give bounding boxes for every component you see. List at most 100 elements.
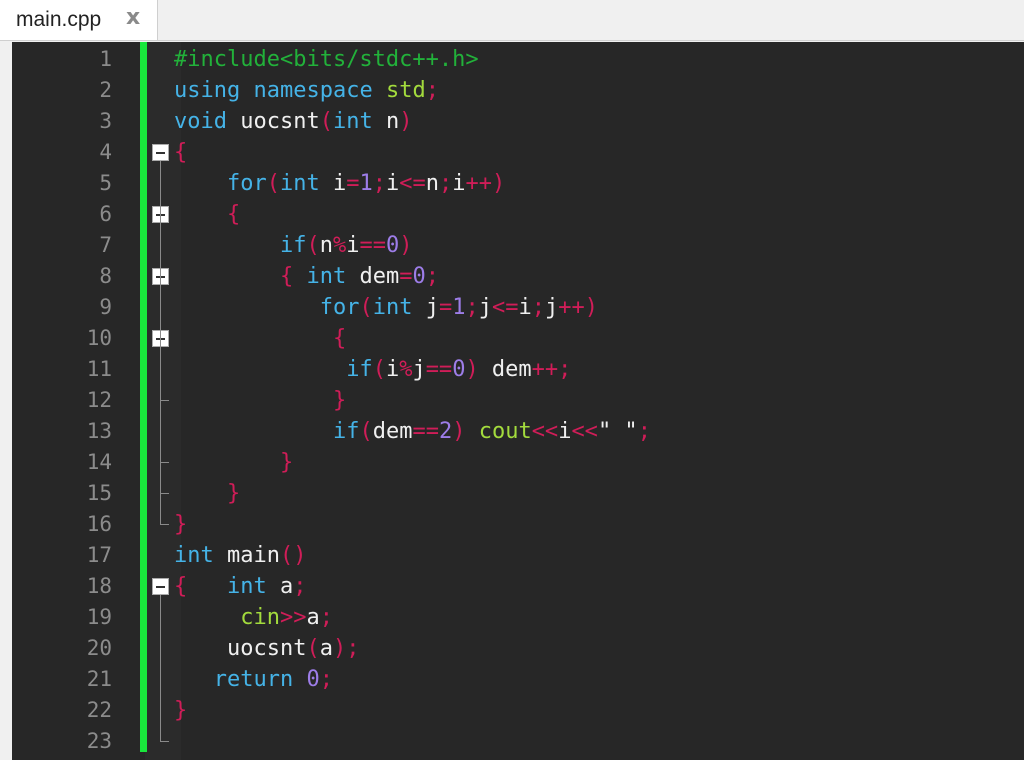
fold-toggle-icon[interactable] (152, 144, 169, 161)
code-line[interactable]: } (174, 478, 240, 509)
code-token: ; (372, 171, 386, 196)
code-token: } (226, 481, 241, 506)
code-line[interactable]: { (174, 199, 240, 230)
tab-main-cpp[interactable]: main.cpp x (0, 0, 158, 40)
code-token: cin (240, 605, 280, 630)
code-token: ( (372, 357, 386, 382)
code-line[interactable]: { int dem=0; (174, 261, 439, 292)
code-token: n (319, 233, 333, 258)
code-token: int (227, 574, 267, 599)
code-token: 0 (306, 667, 320, 692)
code-token: ; (438, 171, 453, 196)
code-token: ) (399, 109, 413, 134)
code-line[interactable]: { (174, 323, 346, 354)
code-line[interactable]: } (174, 385, 346, 416)
code-editor[interactable]: 1 2 3 4 5 6 7 8 9 10 11 12 13 14 15 16 17 18 19 20 21 22 23 #i… (12, 42, 1024, 760)
line-number: 11 (86, 357, 112, 381)
code-token: { (226, 202, 241, 227)
code-token: for (226, 171, 267, 196)
line-number: 8 (99, 264, 112, 288)
code-token: } (279, 450, 294, 475)
change-indicator-bar (140, 42, 147, 752)
code-token: int (279, 171, 320, 196)
code-token: { (174, 574, 188, 599)
code-line[interactable]: #include<bits/stdc++.h> (174, 44, 479, 75)
code-line[interactable]: cin>>a; (174, 602, 333, 633)
line-number: 18 (86, 574, 112, 598)
code-token: ++; (531, 357, 572, 382)
code-token: ; (425, 264, 439, 289)
code-token: dem (478, 357, 532, 382)
code-line[interactable]: void uocsnt(int n) (174, 106, 412, 137)
code-token: if (346, 357, 373, 382)
line-number: 10 (86, 326, 112, 350)
code-token: a (266, 574, 294, 599)
code-line[interactable]: int main() (174, 540, 306, 571)
tab-label: main.cpp (16, 8, 102, 31)
fold-guide-line (160, 161, 161, 524)
code-token: == (412, 419, 439, 444)
code-line[interactable]: uocsnt(a); (174, 633, 359, 664)
code-line[interactable]: for(int j=1;j<=i;j++) (174, 292, 598, 323)
code-token: { (174, 140, 188, 165)
code-line[interactable]: } (174, 447, 293, 478)
code-token: () (279, 543, 307, 568)
code-token: int (372, 295, 413, 320)
code-token: 0 (452, 357, 466, 382)
line-number: 19 (86, 605, 112, 629)
fold-guide-line (160, 595, 161, 741)
code-token: uocsnt (226, 109, 320, 134)
code-token: ( (359, 419, 373, 444)
code-token: j (412, 357, 426, 382)
code-line[interactable]: if(i%j==0) dem++; (174, 354, 571, 385)
code-token: cout (478, 419, 532, 444)
code-token: void (174, 109, 227, 134)
code-token: i (518, 295, 532, 320)
code-token: if (332, 419, 360, 444)
line-number: 5 (99, 171, 112, 195)
code-token: j (544, 295, 559, 320)
code-line[interactable]: { (174, 137, 187, 168)
code-token: 2 (438, 419, 453, 444)
code-line[interactable]: if(dem==2) cout<<i<<" "; (174, 416, 651, 447)
line-number: 17 (86, 543, 112, 567)
code-token: } (174, 698, 188, 723)
code-token: ); (332, 636, 360, 661)
code-line[interactable]: return 0; (174, 664, 333, 695)
code-token: a (319, 636, 333, 661)
fold-toggle-icon[interactable] (152, 578, 169, 595)
code-token: n (425, 171, 439, 196)
code-token: uocsnt (174, 636, 307, 661)
code-token: 1 (452, 295, 466, 320)
code-token: i (452, 171, 466, 196)
line-number: 4 (99, 140, 112, 164)
code-token: int (306, 264, 347, 289)
code-token: ) (452, 419, 466, 444)
line-number: 2 (99, 78, 112, 102)
code-token: <= (491, 295, 519, 320)
code-token: for (319, 295, 360, 320)
code-token: std (385, 78, 426, 103)
code-line[interactable]: using namespace std; (174, 75, 439, 106)
code-line[interactable]: if(n%i==0) (174, 230, 413, 261)
line-number: 16 (86, 512, 112, 536)
code-line[interactable]: { int a; (174, 571, 307, 602)
code-line[interactable]: for(int i=1;i<=n;i++) (174, 168, 505, 199)
code-token: i (558, 419, 572, 444)
code-token: ; (293, 574, 307, 599)
close-icon[interactable]: x (126, 5, 140, 30)
code-line[interactable]: } (174, 695, 187, 726)
code-token: using (174, 78, 241, 103)
code-line[interactable]: } (174, 509, 187, 540)
code-token: ( (359, 295, 373, 320)
code-token: ++) (465, 171, 506, 196)
code-token: { (279, 264, 294, 289)
